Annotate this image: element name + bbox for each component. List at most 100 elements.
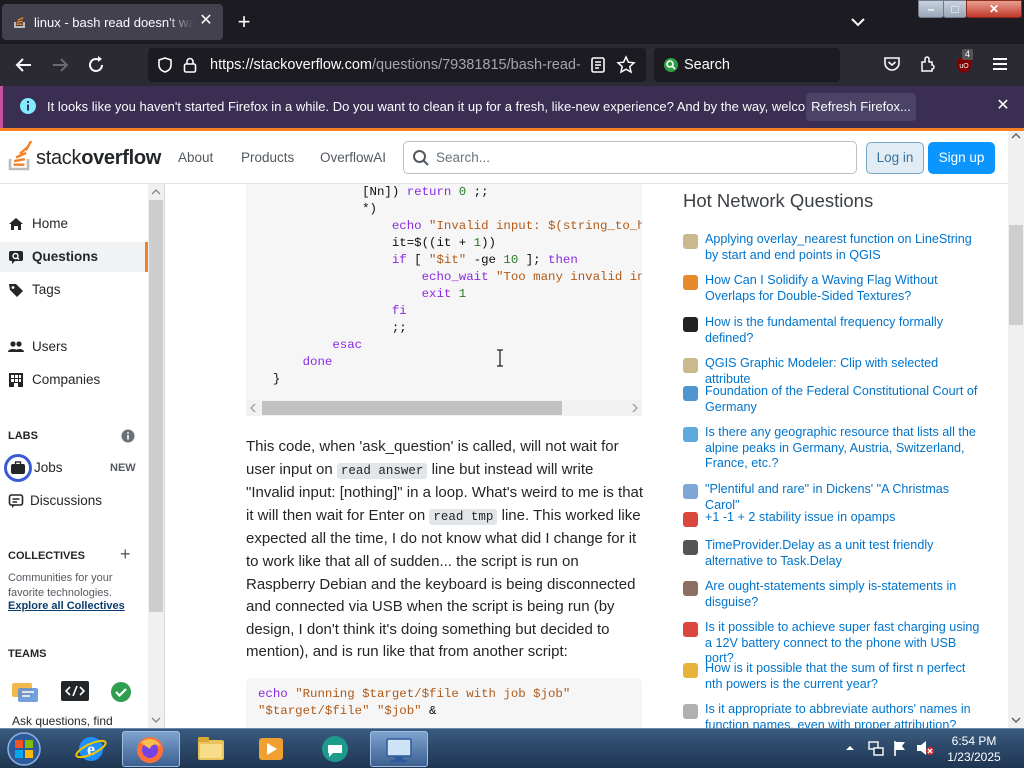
nav-about[interactable]: About [178, 150, 213, 165]
url-text[interactable]: https://stackoverflow.com/questions/7938… [210, 57, 580, 73]
hamburger-menu-icon[interactable] [990, 54, 1010, 74]
forward-arrow-icon[interactable] [48, 53, 72, 77]
search-bar-placeholder: Search [684, 57, 730, 73]
sidebar-scrollbar-thumb[interactable] [149, 200, 163, 612]
sidebar-item-tags[interactable]: Tags [0, 275, 148, 305]
hot-question-link[interactable]: TimeProvider.Delay as a unit test friend… [705, 538, 980, 569]
browser-tab-bar: linux - bash read doesn't wait in ✕ + – … [0, 0, 1024, 44]
extension-badge: 4 [962, 49, 974, 60]
hot-question-link[interactable]: Applying overlay_nearest function on Lin… [705, 232, 980, 263]
code-line: } [258, 372, 281, 386]
hot-question-link[interactable]: "Plentiful and rare" in Dickens' "A Chri… [705, 482, 980, 513]
code-line: ;; [258, 321, 407, 335]
page-scrollbar[interactable] [1008, 131, 1024, 728]
page-scroll-down-icon[interactable] [1011, 716, 1021, 724]
teams-code-icon [61, 681, 89, 701]
url-bar[interactable]: https://stackoverflow.com/questions/7938… [148, 48, 646, 82]
signup-button[interactable]: Sign up [928, 142, 995, 174]
volume-muted-icon[interactable] [915, 739, 935, 757]
taskbar-firefox[interactable] [122, 731, 180, 767]
start-button-icon[interactable] [2, 730, 46, 768]
sidebar-item-jobs[interactable]: Jobs NEW [0, 453, 148, 483]
hot-question-link[interactable]: How Can I Solidify a Waving Flag Without… [705, 273, 980, 304]
ublock-extension[interactable]: uO 4 [954, 49, 976, 75]
hot-question-link[interactable]: Is there any geographic resource that li… [705, 425, 980, 472]
hot-question-link[interactable]: Is it appropriate to abbreviate authors'… [705, 702, 980, 728]
search-engine-icon [664, 58, 678, 72]
notification-close-icon[interactable]: ✕ [993, 96, 1013, 116]
back-arrow-icon[interactable] [12, 53, 36, 77]
code-block[interactable]: [Nn]) return 0 ;; *) echo "Invalid input… [246, 184, 642, 416]
page-scrollbar-thumb[interactable] [1009, 225, 1023, 325]
sidebar-item-discussions[interactable]: Discussions [0, 486, 148, 516]
taskbar-remote-desktop[interactable] [370, 731, 428, 767]
tracking-shield-icon[interactable] [156, 56, 174, 74]
chat-app-icon[interactable] [306, 731, 364, 767]
code-scroll-left-icon[interactable] [248, 403, 258, 413]
hot-question-link[interactable]: How is the fundamental frequency formall… [705, 315, 980, 346]
nav-overflowai[interactable]: OverflowAI [320, 150, 386, 165]
reload-icon[interactable] [84, 53, 108, 77]
list-all-tabs-icon[interactable] [848, 12, 868, 32]
url-path: /questions/79381815/bash-read-d [371, 57, 580, 73]
sidebar-label-users: Users [32, 339, 68, 354]
sidebar-item-companies[interactable]: Companies [0, 365, 148, 395]
hot-network-questions: Hot Network Questions Applying overlay_n… [683, 184, 993, 728]
hot-question-link[interactable]: Foundation of the Federal Constitutional… [705, 384, 980, 415]
bookmark-star-icon[interactable] [616, 55, 636, 75]
code-line: fi [391, 304, 407, 318]
internet-explorer-icon[interactable]: e [62, 731, 120, 767]
new-tab-button[interactable]: + [232, 10, 256, 34]
explore-collectives-link[interactable]: Explore all Collectives [8, 600, 125, 612]
sidebar-label-jobs: Jobs [34, 460, 63, 475]
sidebar-item-users[interactable]: Users [0, 332, 148, 362]
collectives-add-icon[interactable]: + [120, 544, 131, 565]
sidebar-scroll-down-icon[interactable] [151, 716, 161, 724]
sidebar-item-questions[interactable]: Questions [0, 242, 148, 272]
window-controls: – □ ✕ [918, 0, 1022, 18]
nav-products[interactable]: Products [241, 150, 294, 165]
login-button[interactable]: Log in [866, 142, 924, 174]
browser-tab[interactable]: linux - bash read doesn't wait in ✕ [2, 4, 223, 40]
code-block-2[interactable]: echo "Running $target/$file with job $jo… [246, 678, 642, 728]
hot-question-link[interactable]: Is it possible to achieve super fast cha… [705, 620, 980, 667]
code-line: echo "Running $target/$file with job $jo… [258, 687, 571, 701]
code-scroll-right-icon[interactable] [630, 403, 640, 413]
hot-question-link[interactable]: +1 -1 + 2 stability issue in opamps [705, 510, 980, 526]
padlock-icon[interactable] [182, 56, 198, 74]
close-window-button[interactable]: ✕ [966, 0, 1022, 18]
file-explorer-icon[interactable] [182, 731, 240, 767]
site-header: stackoverflow About Products OverflowAI … [0, 131, 1008, 184]
network-icon[interactable] [867, 739, 885, 757]
code-line: echo_wait "Too many invalid inputs. [421, 270, 642, 284]
hot-question-link[interactable]: QGIS Graphic Modeler: Clip with selected… [705, 356, 980, 387]
media-player-icon[interactable] [242, 731, 300, 767]
hot-question-link[interactable]: Are ought-statements simply is-statement… [705, 579, 980, 610]
refresh-firefox-button[interactable]: Refresh Firefox... [806, 93, 916, 121]
code-line: [Nn]) return 0 ;; [258, 185, 489, 199]
sidebar-scroll-up-icon[interactable] [151, 188, 161, 196]
code-horizontal-scrollbar-thumb[interactable] [262, 401, 562, 415]
sidebar-item-home[interactable]: Home [0, 209, 148, 239]
site-search-input[interactable]: Search... [403, 141, 857, 174]
browser-search-bar[interactable]: Search [654, 48, 840, 82]
hot-question-link[interactable]: How is it possible that the sum of first… [705, 661, 980, 692]
page-scroll-up-icon[interactable] [1011, 132, 1021, 140]
site-favicon-icon [683, 317, 698, 332]
show-hidden-icons-icon[interactable] [845, 743, 855, 753]
tab-close-icon[interactable]: ✕ [197, 12, 215, 30]
stackoverflow-logo[interactable]: stackoverflow [8, 139, 161, 173]
action-center-flag-icon[interactable] [891, 739, 909, 757]
maximize-button[interactable]: □ [943, 0, 967, 18]
pocket-icon[interactable] [882, 54, 902, 74]
taskbar-clock[interactable]: 6:54 PM 1/23/2025 [940, 733, 1008, 765]
url-host: https://stackoverflow.com [210, 57, 372, 73]
notification-bar: It looks like you haven't started Firefo… [0, 86, 1024, 128]
extensions-icon[interactable] [918, 54, 938, 74]
minimize-button[interactable]: – [918, 0, 944, 18]
labs-info-icon[interactable] [121, 429, 135, 443]
reader-view-icon[interactable] [590, 56, 606, 74]
teams-chat-icon [12, 683, 38, 702]
discussions-icon [8, 494, 24, 508]
text-cursor-icon [497, 349, 503, 367]
